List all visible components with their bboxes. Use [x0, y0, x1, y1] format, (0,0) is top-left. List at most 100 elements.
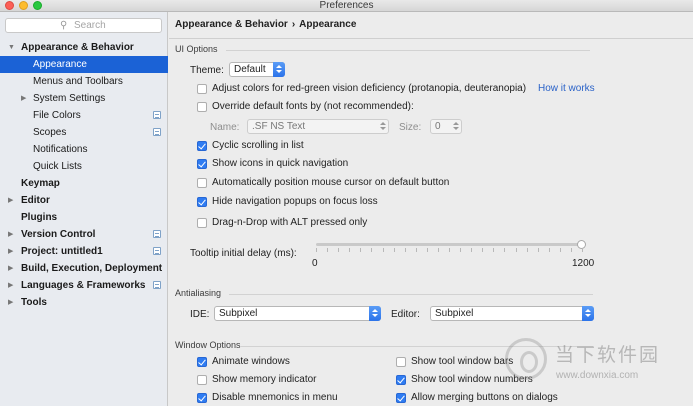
window-title: Preferences: [319, 0, 374, 11]
sidebar-item-appearance[interactable]: Appearance: [0, 56, 168, 73]
select-arrows-icon: [369, 306, 381, 321]
sidebar-item-version-control[interactable]: ▶ Version Control: [0, 226, 168, 243]
show-tool-window-numbers-checkbox[interactable]: [396, 375, 406, 385]
sidebar-item-scopes[interactable]: Scopes: [0, 124, 168, 141]
disable-mnemonics-checkbox[interactable]: [197, 393, 207, 403]
sidebar-item-editor[interactable]: ▶ Editor: [0, 192, 168, 209]
sidebar-item-label: System Settings: [33, 93, 106, 104]
sidebar-item-project[interactable]: ▶ Project: untitled1: [0, 243, 168, 260]
sidebar-item-file-colors[interactable]: File Colors: [0, 107, 168, 124]
ide-antialiasing-value: Subpixel: [219, 308, 258, 319]
slider-tick: [471, 248, 472, 252]
editor-antialiasing-value: Subpixel: [435, 308, 474, 319]
adjust-colors-checkbox[interactable]: [197, 84, 207, 94]
sidebar-item-tools[interactable]: ▶ Tools: [0, 294, 168, 311]
watermark-logo-icon: [505, 338, 547, 380]
project-level-icon: [153, 128, 161, 136]
adjust-colors-label: Adjust colors for red-green vision defic…: [212, 83, 527, 94]
slider-tick: [327, 248, 328, 252]
animate-windows-checkbox[interactable]: [197, 357, 207, 367]
sidebar-item-label: Scopes: [33, 127, 67, 138]
slider-tick: [516, 248, 517, 252]
drag-n-drop-label: Drag-n-Drop with ALT pressed only: [212, 217, 368, 228]
sidebar-item-appearance-behavior[interactable]: ▼ Appearance & Behavior: [0, 39, 168, 56]
font-name-label: Name:: [210, 122, 240, 133]
ide-antialiasing-select[interactable]: Subpixel: [214, 306, 381, 321]
sidebar-item-quick-lists[interactable]: Quick Lists: [0, 158, 168, 175]
allow-merging-buttons-label: Allow merging buttons on dialogs: [411, 392, 558, 403]
search-input[interactable]: [74, 20, 154, 31]
tooltip-delay-label: Tooltip initial delay (ms):: [190, 248, 297, 259]
chevron-right-icon[interactable]: ▶: [8, 243, 13, 260]
chevron-down-icon[interactable]: ▼: [8, 39, 15, 56]
sidebar-item-build-execution[interactable]: ▶ Build, Execution, Deployment: [0, 260, 168, 277]
breadcrumb-separator: ›: [291, 19, 296, 30]
slider-tick: [449, 248, 450, 252]
show-memory-checkbox[interactable]: [197, 375, 207, 385]
cyclic-scrolling-checkbox[interactable]: [197, 141, 207, 151]
sidebar-item-label: Project: untitled1: [21, 246, 103, 257]
how-it-works-link[interactable]: How it works: [538, 83, 595, 94]
tooltip-min-label: 0: [312, 258, 318, 269]
sidebar-item-keymap[interactable]: Keymap: [0, 175, 168, 192]
chevron-right-icon[interactable]: ▶: [8, 192, 13, 209]
sidebar-item-plugins[interactable]: Plugins: [0, 209, 168, 226]
slider-tick: [338, 248, 339, 252]
sidebar-item-label: Version Control: [21, 229, 96, 240]
breadcrumb-current: Appearance: [299, 19, 357, 30]
allow-merging-buttons-checkbox[interactable]: [396, 393, 406, 403]
sidebar-item-label: Notifications: [33, 144, 88, 155]
cyclic-scrolling-label: Cyclic scrolling in list: [212, 140, 304, 151]
sidebar-item-languages-frameworks[interactable]: ▶ Languages & Frameworks: [0, 277, 168, 294]
slider-tick: [538, 248, 539, 252]
slider-tick: [383, 248, 384, 252]
show-tool-window-bars-checkbox[interactable]: [396, 357, 406, 367]
tooltip-delay-slider[interactable]: [316, 243, 582, 246]
chevron-right-icon[interactable]: ▶: [8, 226, 13, 243]
select-arrows-icon: [377, 119, 389, 134]
font-name-select[interactable]: .SF NS Text: [247, 119, 389, 134]
project-level-icon: [153, 247, 161, 255]
sidebar-item-label: Plugins: [21, 212, 58, 223]
sidebar-item-notifications[interactable]: Notifications: [0, 141, 168, 158]
chevron-right-icon[interactable]: ▶: [21, 90, 26, 107]
watermark-url: www.downxia.com: [556, 370, 639, 381]
window-options-section-title: Window Options: [175, 340, 241, 350]
font-name-value: .SF NS Text: [252, 121, 306, 132]
slider-tick: [416, 248, 417, 252]
auto-position-mouse-checkbox[interactable]: [197, 178, 207, 188]
ui-options-section-title: UI Options: [175, 44, 218, 54]
animate-windows-label: Animate windows: [212, 356, 290, 367]
antialiasing-section-title: Antialiasing: [175, 288, 222, 298]
theme-select[interactable]: Default: [229, 62, 285, 77]
show-icons-checkbox[interactable]: [197, 159, 207, 169]
override-fonts-label: Override default fonts by (not recommend…: [212, 101, 414, 112]
auto-position-mouse-label: Automatically position mouse cursor on d…: [212, 177, 450, 188]
show-icons-label: Show icons in quick navigation: [212, 158, 349, 169]
drag-n-drop-checkbox[interactable]: [197, 218, 207, 228]
sidebar-item-label: Appearance: [33, 59, 87, 70]
sidebar-item-label: Editor: [21, 195, 50, 206]
slider-tick: [527, 248, 528, 252]
sidebar-item-label: File Colors: [33, 110, 81, 121]
disable-mnemonics-label: Disable mnemonics in menu: [212, 392, 338, 403]
chevron-right-icon[interactable]: ▶: [8, 260, 13, 277]
section-divider: [229, 294, 593, 295]
section-divider: [226, 50, 590, 51]
slider-tick: [405, 248, 406, 252]
project-level-icon: [153, 281, 161, 289]
search-box[interactable]: ⚲: [5, 18, 162, 33]
chevron-right-icon[interactable]: ▶: [8, 294, 13, 311]
chevron-right-icon[interactable]: ▶: [8, 277, 13, 294]
override-fonts-checkbox[interactable]: [197, 102, 207, 112]
slider-tick: [316, 248, 317, 252]
editor-antialiasing-select[interactable]: Subpixel: [430, 306, 594, 321]
header-divider: [169, 38, 693, 39]
sidebar-item-label: Appearance & Behavior: [21, 42, 134, 53]
title-bar: Preferences: [0, 0, 693, 12]
search-icon: ⚲: [60, 20, 68, 31]
hide-nav-popups-checkbox[interactable]: [197, 197, 207, 207]
sidebar-item-menus-toolbars[interactable]: Menus and Toolbars: [0, 73, 168, 90]
sidebar-item-system-settings[interactable]: ▶ System Settings: [0, 90, 168, 107]
font-size-stepper[interactable]: 0: [430, 119, 462, 134]
